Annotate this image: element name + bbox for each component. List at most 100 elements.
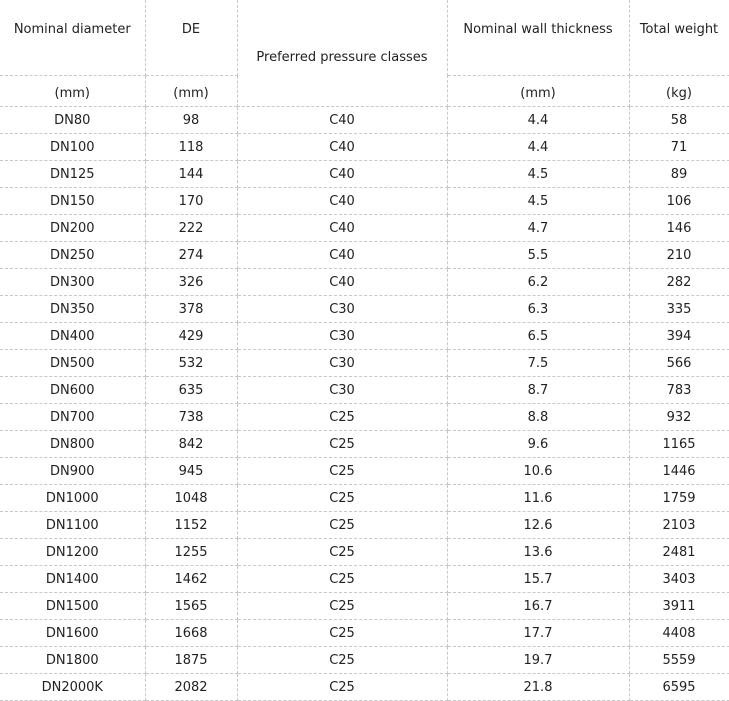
cell-wall-thickness: 8.8 xyxy=(446,403,630,431)
cell-pressure-class: C25 xyxy=(236,538,448,566)
cell-wall-thickness: 6.2 xyxy=(446,268,630,296)
cell-total-weight: 210 xyxy=(628,241,729,269)
table-row: DN1800 1875 C25 19.7 5559 xyxy=(0,646,729,674)
cell-nominal-diameter: DN600 xyxy=(0,376,146,404)
header-de: DE xyxy=(144,0,238,76)
cell-wall-thickness: 4.5 xyxy=(446,160,630,188)
cell-de: 635 xyxy=(144,376,238,404)
table-row: DN1000 1048 C25 11.6 1759 xyxy=(0,484,729,512)
table-row: DN2000K 2082 C25 21.8 6595 xyxy=(0,673,729,701)
cell-de: 2082 xyxy=(144,673,238,701)
header-pressure-classes: Preferred pressure classes xyxy=(236,0,448,107)
table-row: DN800 842 C25 9.6 1165 xyxy=(0,430,729,458)
cell-total-weight: 1446 xyxy=(628,457,729,485)
cell-de: 1668 xyxy=(144,619,238,647)
cell-nominal-diameter: DN1600 xyxy=(0,619,146,647)
table-row: DN600 635 C30 8.7 783 xyxy=(0,376,729,404)
table-row: DN200 222 C40 4.7 146 xyxy=(0,214,729,242)
cell-pressure-class: C25 xyxy=(236,403,448,431)
cell-de: 274 xyxy=(144,241,238,269)
cell-wall-thickness: 7.5 xyxy=(446,349,630,377)
cell-wall-thickness: 4.5 xyxy=(446,187,630,215)
cell-nominal-diameter: DN80 xyxy=(0,106,146,134)
table-row: DN400 429 C30 6.5 394 xyxy=(0,322,729,350)
cell-pressure-class: C40 xyxy=(236,106,448,134)
cell-wall-thickness: 16.7 xyxy=(446,592,630,620)
cell-nominal-diameter: DN250 xyxy=(0,241,146,269)
cell-pressure-class: C25 xyxy=(236,457,448,485)
cell-de: 1462 xyxy=(144,565,238,593)
unit-wall-thickness: (mm) xyxy=(446,75,630,107)
cell-pressure-class: C40 xyxy=(236,214,448,242)
cell-wall-thickness: 21.8 xyxy=(446,673,630,701)
cell-nominal-diameter: DN1200 xyxy=(0,538,146,566)
cell-nominal-diameter: DN700 xyxy=(0,403,146,431)
cell-pressure-class: C25 xyxy=(236,430,448,458)
cell-nominal-diameter: DN1500 xyxy=(0,592,146,620)
cell-pressure-class: C30 xyxy=(236,295,448,323)
cell-pressure-class: C25 xyxy=(236,511,448,539)
table-row: DN1400 1462 C25 15.7 3403 xyxy=(0,565,729,593)
cell-pressure-class: C25 xyxy=(236,619,448,647)
cell-de: 1875 xyxy=(144,646,238,674)
cell-de: 842 xyxy=(144,430,238,458)
cell-total-weight: 4408 xyxy=(628,619,729,647)
cell-pressure-class: C25 xyxy=(236,484,448,512)
table-row: DN350 378 C30 6.3 335 xyxy=(0,295,729,323)
table-row: DN80 98 C40 4.4 58 xyxy=(0,106,729,134)
cell-nominal-diameter: DN1800 xyxy=(0,646,146,674)
cell-nominal-diameter: DN500 xyxy=(0,349,146,377)
cell-total-weight: 1165 xyxy=(628,430,729,458)
cell-nominal-diameter: DN2000K xyxy=(0,673,146,701)
cell-wall-thickness: 10.6 xyxy=(446,457,630,485)
cell-total-weight: 566 xyxy=(628,349,729,377)
table-row: DN700 738 C25 8.8 932 xyxy=(0,403,729,431)
cell-total-weight: 89 xyxy=(628,160,729,188)
cell-total-weight: 394 xyxy=(628,322,729,350)
cell-nominal-diameter: DN300 xyxy=(0,268,146,296)
cell-de: 532 xyxy=(144,349,238,377)
cell-de: 98 xyxy=(144,106,238,134)
table-row: DN1600 1668 C25 17.7 4408 xyxy=(0,619,729,647)
cell-pressure-class: C40 xyxy=(236,187,448,215)
header-row: Nominal diameter DE Preferred pressure c… xyxy=(0,0,729,107)
cell-de: 378 xyxy=(144,295,238,323)
cell-wall-thickness: 12.6 xyxy=(446,511,630,539)
cell-pressure-class: C40 xyxy=(236,268,448,296)
cell-de: 170 xyxy=(144,187,238,215)
cell-total-weight: 2103 xyxy=(628,511,729,539)
cell-de: 326 xyxy=(144,268,238,296)
cell-pressure-class: C25 xyxy=(236,673,448,701)
cell-de: 1255 xyxy=(144,538,238,566)
table-row: DN1500 1565 C25 16.7 3911 xyxy=(0,592,729,620)
table-row: DN100 118 C40 4.4 71 xyxy=(0,133,729,161)
cell-wall-thickness: 5.5 xyxy=(446,241,630,269)
cell-total-weight: 58 xyxy=(628,106,729,134)
cell-total-weight: 71 xyxy=(628,133,729,161)
cell-total-weight: 282 xyxy=(628,268,729,296)
table-row: DN150 170 C40 4.5 106 xyxy=(0,187,729,215)
cell-total-weight: 783 xyxy=(628,376,729,404)
cell-wall-thickness: 9.6 xyxy=(446,430,630,458)
cell-pressure-class: C25 xyxy=(236,565,448,593)
cell-nominal-diameter: DN100 xyxy=(0,133,146,161)
cell-wall-thickness: 17.7 xyxy=(446,619,630,647)
cell-total-weight: 146 xyxy=(628,214,729,242)
cell-wall-thickness: 4.7 xyxy=(446,214,630,242)
cell-total-weight: 1759 xyxy=(628,484,729,512)
table-row: DN900 945 C25 10.6 1446 xyxy=(0,457,729,485)
cell-de: 945 xyxy=(144,457,238,485)
cell-total-weight: 3911 xyxy=(628,592,729,620)
cell-nominal-diameter: DN125 xyxy=(0,160,146,188)
cell-wall-thickness: 6.3 xyxy=(446,295,630,323)
unit-de: (mm) xyxy=(144,75,238,107)
table-row: DN125 144 C40 4.5 89 xyxy=(0,160,729,188)
header-wall-thickness: Nominal wall thickness xyxy=(446,0,630,76)
cell-wall-thickness: 13.6 xyxy=(446,538,630,566)
cell-de: 222 xyxy=(144,214,238,242)
unit-nominal-diameter: (mm) xyxy=(0,75,146,107)
cell-nominal-diameter: DN1000 xyxy=(0,484,146,512)
cell-wall-thickness: 4.4 xyxy=(446,133,630,161)
cell-de: 1152 xyxy=(144,511,238,539)
cell-pressure-class: C30 xyxy=(236,322,448,350)
